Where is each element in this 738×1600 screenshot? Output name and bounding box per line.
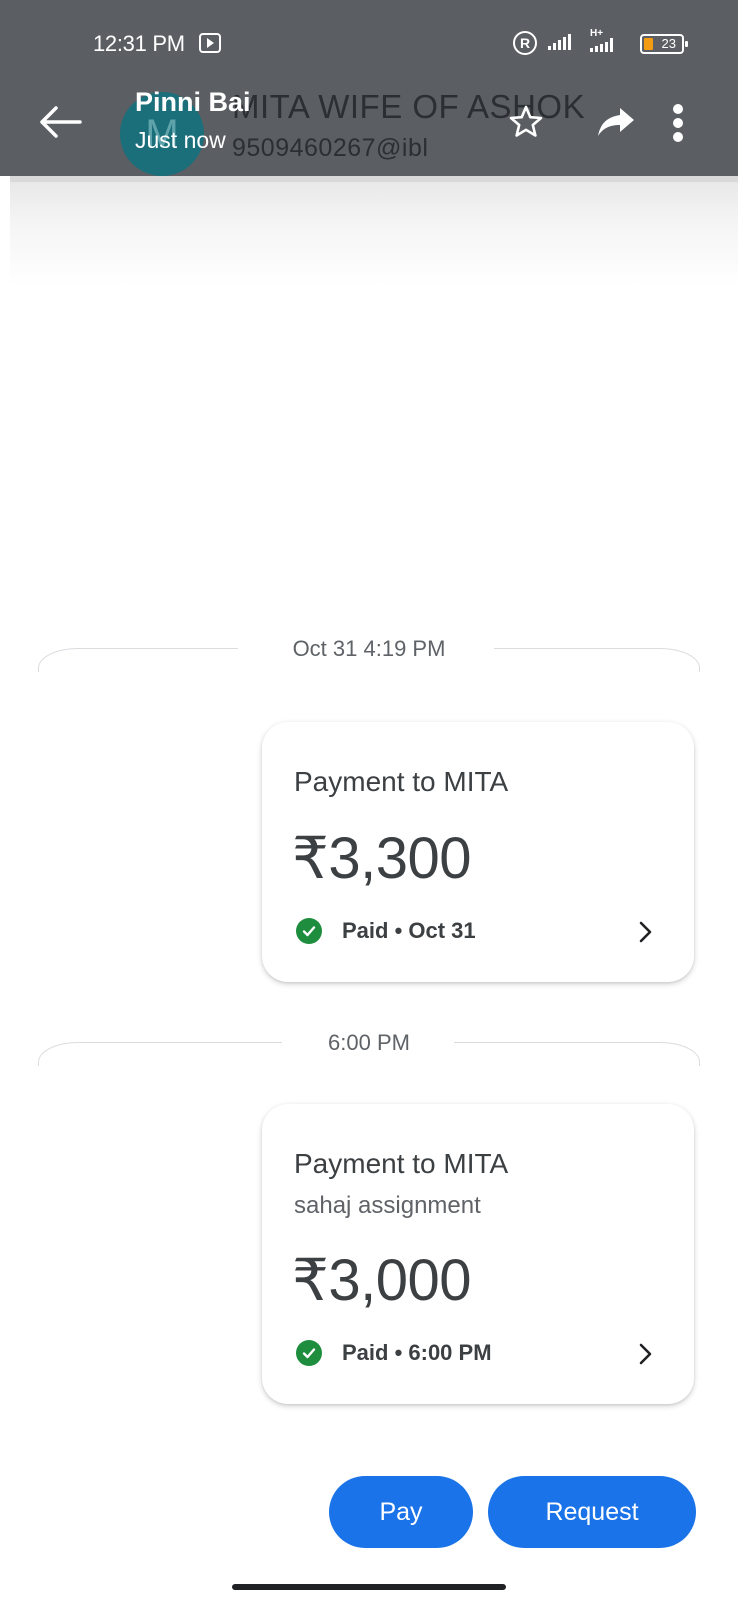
check-circle-icon	[296, 918, 322, 944]
payment-status-text: Paid • 6:00 PM	[342, 1340, 492, 1365]
payment-amount: ₹3,000	[292, 1248, 472, 1313]
share-icon[interactable]	[596, 106, 636, 138]
timestamp-divider: Oct 31 4:19 PM	[0, 636, 738, 676]
more-vert-icon[interactable]	[668, 104, 688, 144]
timestamp-divider: 6:00 PM	[0, 1030, 738, 1070]
payment-card[interactable]: Payment to MITA sahaj assignment ₹3,000 …	[262, 1104, 694, 1404]
battery-level: 23	[661, 36, 676, 51]
battery-icon: 23	[640, 34, 688, 54]
registered-icon: R	[513, 31, 537, 55]
payment-status-text: Paid • Oct 31	[342, 918, 476, 943]
header-shadow	[10, 176, 738, 286]
back-arrow-icon[interactable]	[36, 104, 84, 140]
youtube-notification-icon	[199, 33, 221, 53]
signal-2-icon	[590, 38, 613, 52]
payment-card[interactable]: Payment to MITA ₹3,300 Paid • Oct 31	[262, 722, 694, 982]
check-circle-icon	[296, 1340, 322, 1366]
chevron-right-icon[interactable]	[638, 1342, 654, 1366]
pay-button[interactable]: Pay	[329, 1476, 473, 1548]
signal-1-icon	[548, 34, 571, 50]
chat-name: Pinni Bai	[135, 87, 251, 117]
request-button[interactable]: Request	[488, 1476, 696, 1548]
chevron-right-icon[interactable]	[638, 920, 654, 944]
payment-note: sahaj assignment	[294, 1192, 481, 1219]
payment-title: Payment to MITA	[294, 766, 509, 797]
payment-amount: ₹3,300	[292, 826, 472, 891]
divider-line-right	[494, 648, 700, 672]
chat-status: Just now	[135, 127, 226, 153]
contact-upi-behind: 9509460267@ibl	[232, 134, 429, 162]
payment-status: Paid • Oct 31	[296, 918, 476, 944]
star-icon[interactable]	[508, 104, 544, 140]
home-indicator[interactable]	[232, 1584, 506, 1590]
payment-status: Paid • 6:00 PM	[296, 1340, 492, 1366]
divider-line-right	[454, 1042, 700, 1066]
payment-title: Payment to MITA	[294, 1148, 509, 1179]
top-overlay: 12:31 PM R H+ 23 M MITA WIFE OF ASHOK 95…	[0, 0, 738, 176]
status-time: 12:31 PM	[93, 31, 185, 56]
